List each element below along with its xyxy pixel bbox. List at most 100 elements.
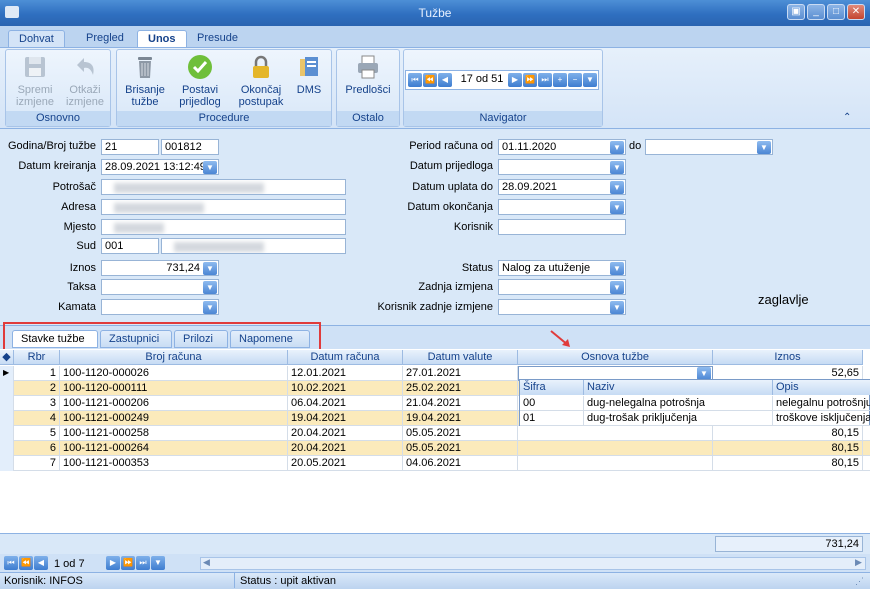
otkazi-izmjene-button[interactable]: Otkaži izmjene (62, 53, 108, 108)
datum-prijedloga-field[interactable]: ▼ (498, 159, 626, 175)
row-selector[interactable] (0, 426, 14, 441)
filter-icon[interactable]: ▼ (583, 73, 597, 87)
chevron-down-icon[interactable]: ▼ (203, 281, 217, 294)
tab-presude[interactable]: Presude (187, 30, 248, 48)
cell-valuta[interactable]: 05.05.2021 (403, 441, 518, 456)
close-button[interactable]: ✕ (847, 4, 865, 20)
column-header-datum-racuna[interactable]: Datum računa (288, 350, 403, 365)
brisanje-tuzbe-button[interactable]: Brisanje tužbe (122, 53, 168, 108)
prev-page-icon[interactable]: ⏪ (423, 73, 437, 87)
sud-name-field[interactable] (161, 238, 346, 254)
kamata-field[interactable]: ▼ (101, 299, 219, 315)
column-header-osnova-tuzbe[interactable]: Osnova tužbe (518, 350, 713, 365)
popup-cell-opis[interactable]: troškove isključenja (773, 411, 870, 426)
cell-rbr[interactable]: 5 (14, 426, 60, 441)
cell-datum[interactable]: 12.01.2021 (288, 366, 403, 381)
chevron-down-icon[interactable]: ▼ (203, 301, 217, 314)
prev-record-icon[interactable]: ◀ (34, 556, 48, 570)
cell-iznos[interactable]: 80,15 (713, 441, 863, 456)
tab-dohvat[interactable]: Dohvat (8, 30, 65, 48)
cell-valuta[interactable]: 19.04.2021 (403, 411, 518, 426)
okoncaj-postupak-button[interactable]: Okončaj postupak (233, 53, 289, 108)
adresa-field[interactable] (101, 199, 346, 215)
cell-broj[interactable]: 100-1121-000258 (60, 426, 288, 441)
cell-broj[interactable]: 100-1121-000353 (60, 456, 288, 471)
restore-icon[interactable]: ▣ (787, 4, 805, 20)
next-page-icon[interactable]: ⏩ (121, 556, 135, 570)
last-record-icon[interactable]: ⏭ (538, 73, 552, 87)
mjesto-field[interactable] (101, 219, 346, 235)
cell-broj[interactable]: 100-1121-000249 (60, 411, 288, 426)
scroll-right-icon[interactable]: ▶ (855, 557, 862, 568)
iznos-field[interactable]: 731,24 ▼ (101, 260, 219, 276)
cell-osnova[interactable] (518, 426, 713, 441)
next-record-icon[interactable]: ▶ (508, 73, 522, 87)
predlosci-button[interactable]: Predlošci (343, 53, 393, 96)
row-selector-icon[interactable]: ▶ (0, 366, 14, 381)
horizontal-scrollbar[interactable] (200, 557, 866, 570)
godina-field[interactable]: 21 (101, 139, 159, 155)
chevron-down-icon[interactable]: ▼ (610, 181, 624, 194)
taksa-field[interactable]: ▼ (101, 279, 219, 295)
cell-datum[interactable]: 10.02.2021 (288, 381, 403, 396)
chevron-down-icon[interactable]: ▼ (203, 262, 217, 275)
filter-icon[interactable]: ▼ (151, 556, 165, 570)
popup-header-naziv[interactable]: Naziv (584, 380, 773, 395)
zadnja-izmjena-field[interactable]: ▼ (498, 279, 626, 295)
cell-iznos[interactable]: 80,15 (713, 426, 863, 441)
cell-osnova[interactable] (518, 441, 713, 456)
add-record-icon[interactable]: + (553, 73, 567, 87)
popup-cell-naziv[interactable]: dug-trošak priključenja (584, 411, 773, 426)
chevron-down-icon[interactable]: ▼ (610, 301, 624, 314)
popup-cell-opis[interactable]: nelegalnu potrošnju (773, 396, 870, 411)
chevron-down-icon[interactable]: ▼ (610, 161, 624, 174)
datum-uplata-field[interactable]: 28.09.2021 ▼ (498, 179, 626, 195)
column-header-broj-racuna[interactable]: Broj računa (60, 350, 288, 365)
cell-rbr[interactable]: 2 (14, 381, 60, 396)
cell-broj[interactable]: 100-1120-000111 (60, 381, 288, 396)
row-selector[interactable] (0, 456, 14, 471)
table-row[interactable]: 5 100-1121-000258 20.04.2021 05.05.2021 … (0, 426, 870, 441)
first-record-icon[interactable]: ⏮ (4, 556, 18, 570)
cell-valuta[interactable]: 27.01.2021 (403, 366, 518, 381)
spremi-izmjene-button[interactable]: Spremi izmjene (12, 53, 58, 108)
sud-code-field[interactable]: 001 (101, 238, 159, 254)
cell-rbr[interactable]: 7 (14, 456, 60, 471)
maximize-button[interactable]: □ (827, 4, 845, 20)
chevron-down-icon[interactable]: ▼ (610, 141, 624, 154)
column-header-datum-valute[interactable]: Datum valute (403, 350, 518, 365)
chevron-down-icon[interactable]: ▼ (610, 201, 624, 214)
column-header-rbr[interactable]: Rbr (14, 350, 60, 365)
cell-broj[interactable]: 100-1121-000206 (60, 396, 288, 411)
chevron-down-icon[interactable]: ▼ (757, 141, 771, 154)
cell-valuta[interactable]: 04.06.2021 (403, 456, 518, 471)
cell-datum[interactable]: 20.04.2021 (288, 426, 403, 441)
table-row[interactable]: 7 100-1121-000353 20.05.2021 04.06.2021 … (0, 456, 870, 471)
cell-broj[interactable]: 100-1120-000026 (60, 366, 288, 381)
prev-record-icon[interactable]: ◀ (438, 73, 452, 87)
row-selector[interactable] (0, 411, 14, 426)
next-record-icon[interactable]: ▶ (106, 556, 120, 570)
cell-datum[interactable]: 19.04.2021 (288, 411, 403, 426)
datum-okoncanja-field[interactable]: ▼ (498, 199, 626, 215)
column-header-iznos[interactable]: Iznos (713, 350, 863, 365)
popup-cell-naziv[interactable]: dug-nelegalna potrošnja (584, 396, 773, 411)
table-row[interactable]: 6 100-1121-000264 20.04.2021 05.05.2021 … (0, 441, 870, 456)
cell-datum[interactable]: 20.04.2021 (288, 441, 403, 456)
row-selector[interactable] (0, 441, 14, 456)
dms-button[interactable]: DMS (289, 53, 329, 96)
next-page-icon[interactable]: ⏩ (523, 73, 537, 87)
row-selector[interactable] (0, 381, 14, 396)
cell-rbr[interactable]: 3 (14, 396, 60, 411)
popup-cell-sifra[interactable]: 01 (520, 411, 584, 426)
potrosac-field[interactable] (101, 179, 346, 195)
chevron-down-icon[interactable]: ▼ (610, 262, 624, 275)
korisnik-field[interactable] (498, 219, 626, 235)
chevron-down-icon[interactable]: ▼ (203, 161, 217, 174)
cell-osnova[interactable] (518, 456, 713, 471)
period-do-field[interactable]: ▼ (645, 139, 773, 155)
cell-datum[interactable]: 20.05.2021 (288, 456, 403, 471)
cell-rbr[interactable]: 1 (14, 366, 60, 381)
popup-cell-sifra[interactable]: 00 (520, 396, 584, 411)
postavi-prijedlog-button[interactable]: Postavi prijedlog (177, 53, 223, 108)
